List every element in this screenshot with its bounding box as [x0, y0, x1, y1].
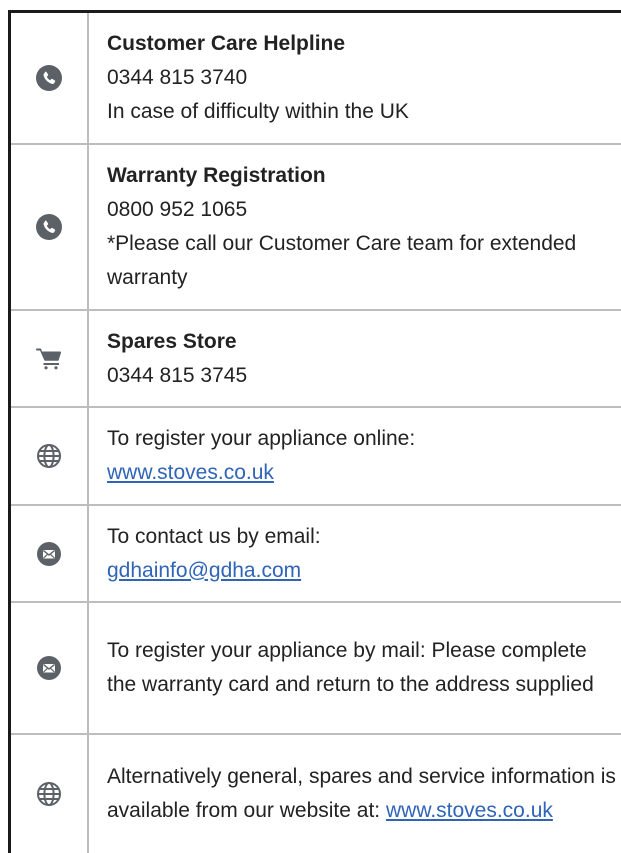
- row-title: Warranty Registration: [107, 164, 326, 187]
- icon-cell: [11, 311, 89, 406]
- text-cell: Customer Care Helpline 0344 815 3740 In …: [89, 13, 621, 143]
- text-cell: Alternatively general, spares and servic…: [89, 735, 621, 853]
- contact-row-register-online: To register your appliance online: www.s…: [11, 408, 621, 506]
- phone-number: 0800 952 1065: [107, 198, 248, 221]
- row-text-with-link: Alternatively general, spares and servic…: [107, 760, 621, 828]
- contact-row-warranty: Warranty Registration 0800 952 1065 *Ple…: [11, 145, 621, 311]
- cart-icon: [36, 348, 62, 370]
- row-title: Customer Care Helpline: [107, 32, 346, 55]
- contact-row-customer-care: Customer Care Helpline 0344 815 3740 In …: [11, 13, 621, 145]
- icon-cell: [11, 506, 89, 601]
- row-text: To register your appliance by mail: Plea…: [107, 639, 594, 696]
- icon-cell: [11, 408, 89, 504]
- text-cell: To register your appliance by mail: Plea…: [89, 603, 621, 733]
- contact-row-general-info: Alternatively general, spares and servic…: [11, 735, 621, 853]
- contact-row-email: To contact us by email: gdhainfo@gdha.co…: [11, 506, 621, 603]
- text-cell: To register your appliance online: www.s…: [89, 408, 621, 504]
- icon-cell: [11, 603, 89, 733]
- phone-number: 0344 815 3740: [107, 66, 248, 89]
- phone-icon: [36, 65, 62, 91]
- contact-row-spares: Spares Store 0344 815 3745: [11, 311, 621, 408]
- text-cell: To contact us by email: gdhainfo@gdha.co…: [89, 506, 621, 601]
- globe-icon: [36, 781, 62, 807]
- globe-icon: [36, 443, 62, 469]
- mail-icon: [37, 656, 61, 680]
- icon-cell: [11, 13, 89, 143]
- icon-cell: [11, 735, 89, 853]
- website-link[interactable]: www.stoves.co.uk: [386, 799, 553, 822]
- contact-table: Customer Care Helpline 0344 815 3740 In …: [8, 10, 621, 853]
- row-note: *Please call our Customer Care team for …: [107, 232, 577, 289]
- phone-number: 0344 815 3745: [107, 363, 248, 387]
- email-link[interactable]: gdhainfo@gdha.com: [107, 559, 301, 582]
- text-cell: Spares Store 0344 815 3745: [89, 311, 621, 406]
- contact-row-register-mail: To register your appliance by mail: Plea…: [11, 603, 621, 735]
- row-text: To contact us by email:: [107, 524, 321, 548]
- phone-icon: [36, 214, 62, 240]
- icon-cell: [11, 145, 89, 309]
- mail-icon: [37, 541, 61, 566]
- text-cell: Warranty Registration 0800 952 1065 *Ple…: [89, 145, 621, 309]
- row-note: In case of difficulty within the UK: [107, 100, 409, 123]
- row-text: To register your appliance online:: [107, 427, 416, 450]
- website-link[interactable]: www.stoves.co.uk: [107, 461, 274, 484]
- row-title: Spares Store: [107, 329, 237, 353]
